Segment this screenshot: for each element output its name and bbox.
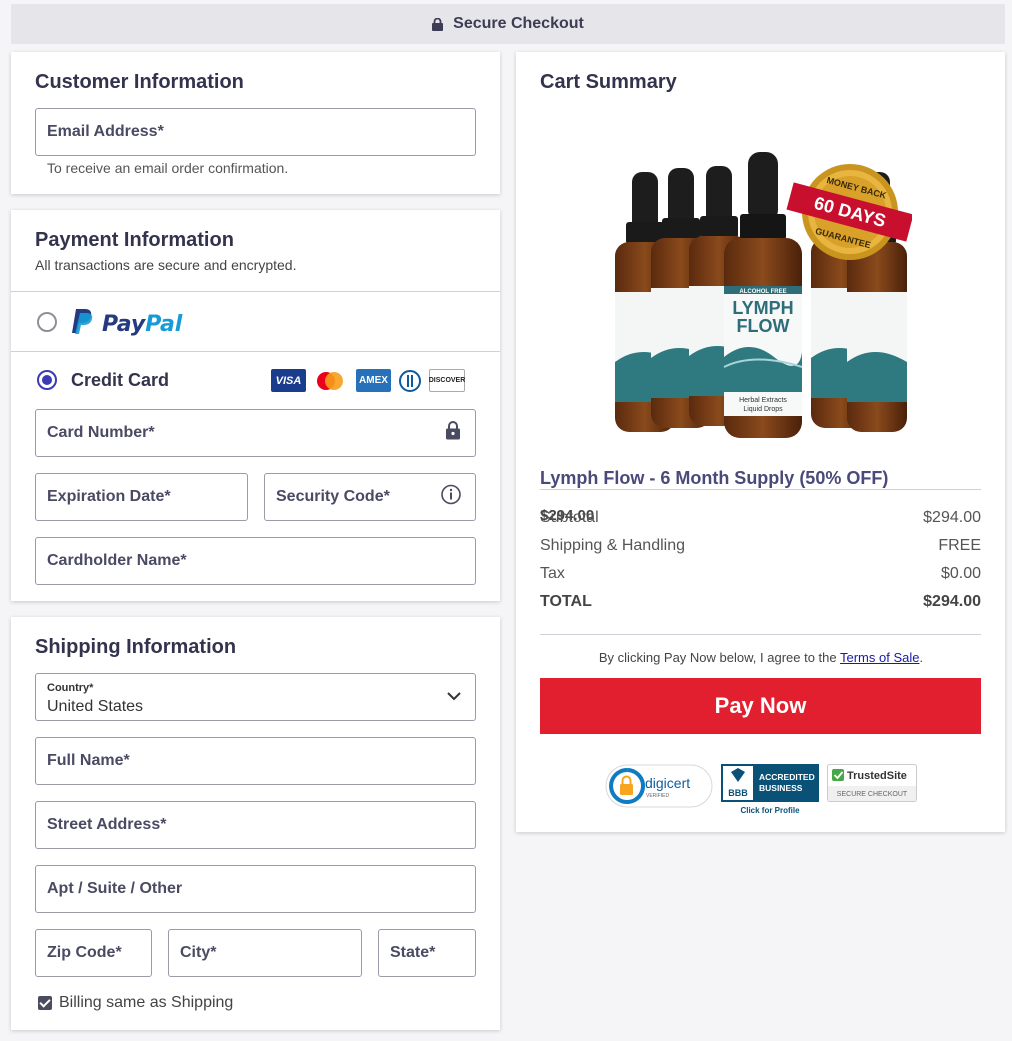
street-address-field[interactable]: Street Address* (35, 801, 476, 849)
subtotal-value: $294.00 (923, 509, 981, 526)
lock-icon (445, 421, 461, 446)
email-hint: To receive an email order confirmation. (47, 160, 289, 176)
svg-text:Herbal Extracts: Herbal Extracts (739, 397, 787, 404)
country-value: United States (47, 698, 144, 715)
total-label: TOTAL (540, 593, 592, 610)
apt-suite-label: Apt / Suite / Other (47, 880, 183, 897)
terms-notice: By clicking Pay Now below, I agree to th… (598, 650, 924, 665)
pay-now-button[interactable]: Pay Now (540, 678, 981, 734)
paypal-radio[interactable] (37, 312, 57, 332)
svg-text:FLOW: FLOW (737, 316, 790, 336)
billing-same-label: Billing same as Shipping (59, 994, 234, 1011)
country-label: Country* (47, 682, 94, 694)
svg-text:Click for Profile: Click for Profile (740, 806, 800, 815)
security-code-field[interactable]: Security Code* (264, 473, 476, 521)
cardholder-name-field[interactable]: Cardholder Name* (35, 537, 476, 585)
billing-same-row[interactable]: Billing same as Shipping (38, 994, 233, 1012)
svg-text:ACCREDITED: ACCREDITED (759, 772, 815, 782)
info-icon[interactable] (441, 484, 461, 510)
digicert-badge[interactable]: digicert VERIFIED (605, 764, 713, 813)
full-name-label: Full Name* (47, 752, 130, 769)
payment-subtitle: All transactions are secure and encrypte… (35, 257, 297, 273)
credit-card-label[interactable]: Credit Card (71, 370, 169, 391)
svg-text:LYMPH: LYMPH (732, 298, 793, 318)
card-brand-logos: VISA AMEX DISCOVER (271, 369, 465, 392)
tax-value: $0.00 (940, 565, 981, 582)
chevron-down-icon (447, 688, 461, 706)
visa-icon: VISA (271, 369, 306, 392)
product-name: Lymph Flow - 6 Month Supply (50% OFF) (540, 468, 889, 488)
svg-text:BBB: BBB (728, 788, 748, 798)
customer-information-card: Customer Information Email Address* To r… (11, 52, 500, 194)
zip-code-field[interactable]: Zip Code* (35, 929, 152, 977)
trustedsite-badge[interactable]: TrustedSite SECURE CHECKOUT (827, 764, 917, 807)
svg-text:ALCOHOL FREE: ALCOHOL FREE (739, 289, 786, 295)
subtotal-label: Subtotal (540, 509, 599, 526)
tax-row: Tax $0.00 (540, 565, 981, 583)
credit-card-radio[interactable] (37, 370, 57, 390)
city-label: City* (180, 944, 217, 961)
email-label: Email Address* (47, 123, 164, 140)
secure-checkout-title: Secure Checkout (453, 15, 584, 32)
paypal-option[interactable]: PayPal (70, 308, 182, 340)
expiration-date-label: Expiration Date* (47, 488, 171, 505)
diners-icon (397, 369, 423, 392)
billing-same-checkbox[interactable] (38, 996, 52, 1010)
state-label: State* (390, 944, 436, 961)
security-code-label: Security Code* (276, 488, 390, 505)
shipping-label: Shipping & Handling (540, 537, 685, 554)
cart-summary-title: Cart Summary (540, 71, 677, 93)
paypal-icon (70, 308, 94, 340)
secure-checkout-bar: Secure Checkout (11, 4, 1005, 44)
trust-badges: digicert VERIFIED BBB ACCREDITED BUSINES… (605, 764, 917, 821)
full-name-field[interactable]: Full Name* (35, 737, 476, 785)
divider (540, 489, 981, 490)
discover-icon: DISCOVER (429, 369, 465, 392)
total-value: $294.00 (923, 593, 981, 610)
product-image: ALCOHOL FREE LYMPH FLOW Herbal Extracts … (612, 152, 914, 447)
zip-code-label: Zip Code* (47, 944, 122, 961)
state-field[interactable]: State* (378, 929, 476, 977)
payment-information-title: Payment Information (35, 229, 234, 251)
shipping-information-title: Shipping Information (35, 636, 237, 658)
divider (11, 351, 500, 352)
total-row: TOTAL $294.00 (540, 593, 981, 611)
shipping-row: Shipping & Handling FREE (540, 537, 981, 555)
country-select[interactable]: Country* United States (35, 673, 476, 721)
amex-icon: AMEX (356, 369, 391, 392)
card-number-label: Card Number* (47, 424, 155, 441)
cart-summary-card: Cart Summary ALCOHOL FREE LYMPH FLOW Her… (516, 52, 1005, 832)
paypal-wordmark: PayPal (102, 311, 183, 337)
mastercard-icon (312, 369, 347, 392)
city-field[interactable]: City* (168, 929, 362, 977)
divider (11, 291, 500, 292)
cardholder-name-label: Cardholder Name* (47, 552, 187, 569)
card-number-field[interactable]: Card Number* (35, 409, 476, 457)
customer-information-title: Customer Information (35, 71, 244, 93)
bbb-badge[interactable]: BBB ACCREDITED BUSINESS Click for Profil… (721, 764, 819, 821)
divider (540, 634, 981, 635)
apt-suite-field[interactable]: Apt / Suite / Other (35, 865, 476, 913)
subtotal-row: Subtotal $294.00 (540, 509, 981, 527)
tax-label: Tax (540, 565, 565, 582)
terms-of-sale-link[interactable]: Terms of Sale (840, 650, 919, 665)
shipping-value: FREE (938, 537, 981, 554)
svg-text:SECURE CHECKOUT: SECURE CHECKOUT (837, 791, 908, 798)
email-field[interactable]: Email Address* (35, 108, 476, 156)
svg-text:digicert: digicert (645, 775, 690, 791)
street-address-label: Street Address* (47, 816, 167, 833)
svg-text:BUSINESS: BUSINESS (759, 783, 803, 793)
svg-text:Liquid Drops: Liquid Drops (743, 406, 783, 413)
svg-text:VERIFIED: VERIFIED (646, 793, 669, 799)
svg-text:TrustedSite: TrustedSite (847, 770, 907, 782)
expiration-date-field[interactable]: Expiration Date* (35, 473, 248, 521)
lock-icon (432, 17, 444, 31)
